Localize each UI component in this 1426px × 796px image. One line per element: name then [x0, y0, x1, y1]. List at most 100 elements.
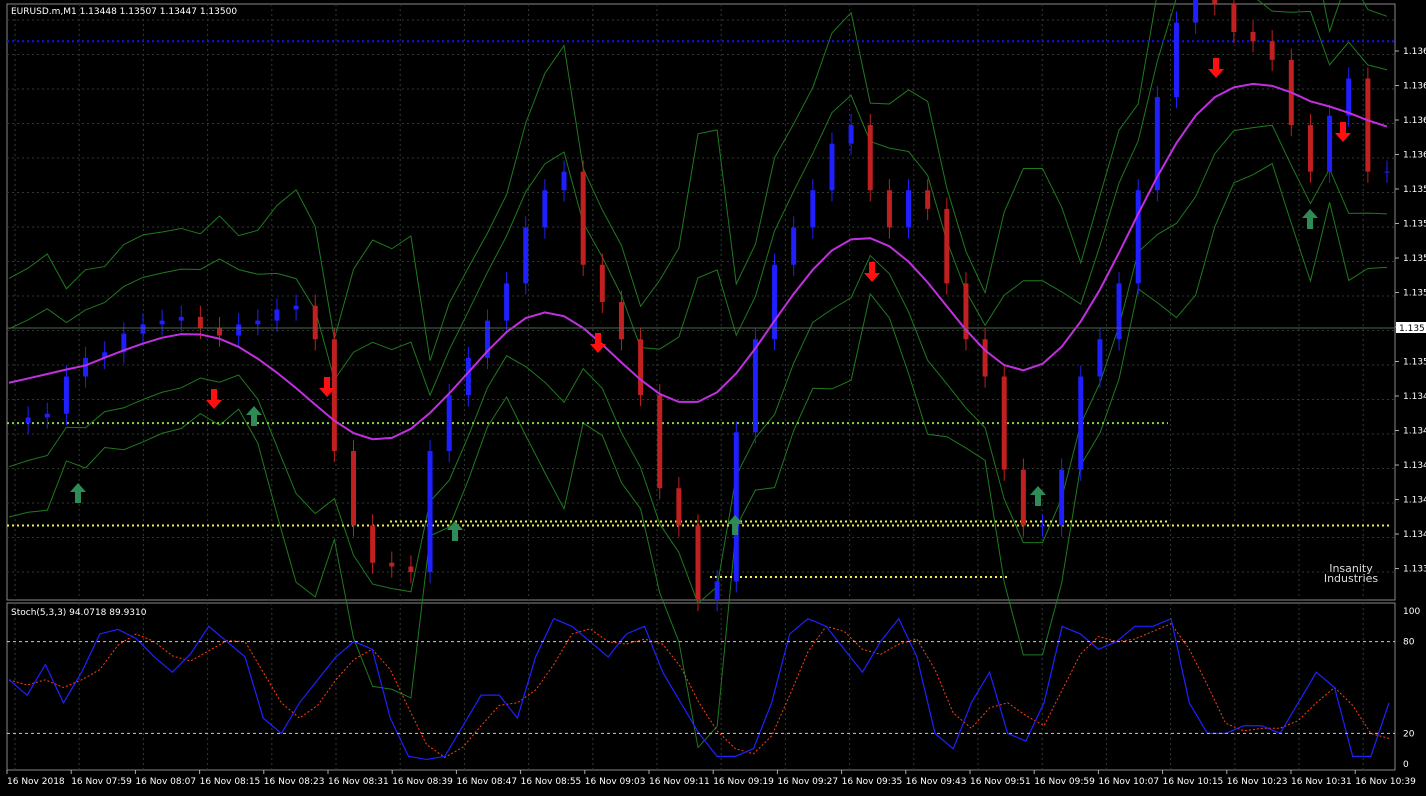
- time-label: 16 Nov 09:35: [842, 777, 903, 787]
- chart-window[interactable]: 1.136 1.136 1.136 1.136 1.135 1.135 1.135 1.135…: [0, 0, 1426, 792]
- candle-bull: [848, 125, 854, 144]
- price-tick-label: 1.136: [1403, 47, 1426, 57]
- candle-bull: [1040, 525, 1045, 527]
- stoch-tick-label: 0: [1403, 760, 1409, 770]
- price-axis: 1.136 1.136 1.136 1.136 1.135 1.135 1.135 1.135…: [7, 47, 1426, 575]
- candle-bear: [331, 339, 337, 451]
- candle-bear: [676, 488, 682, 526]
- candle-bull: [1346, 78, 1352, 116]
- price-tick-label: 1.135: [1403, 358, 1426, 368]
- candle-bull: [255, 320, 261, 325]
- time-label: 16 Nov 09:19: [713, 777, 774, 787]
- price-tick-label: 1.134: [1403, 392, 1426, 402]
- candle-bull: [293, 305, 299, 310]
- candle-bull: [25, 417, 31, 424]
- candle-bull: [829, 143, 835, 191]
- candle-bull: [810, 190, 816, 228]
- time-label: 16 Nov 09:11: [649, 777, 710, 787]
- time-label: 16 Nov 08:15: [200, 777, 261, 787]
- candle-bull: [733, 432, 739, 582]
- candle-bull: [1116, 283, 1122, 340]
- candle-bull: [752, 339, 758, 433]
- price-tick-label: 1.133: [1403, 565, 1426, 575]
- stoch-signal-line: [8, 623, 1390, 758]
- current-price-label: 1.135: [1399, 324, 1425, 334]
- buy-arrow-icon: [1302, 209, 1318, 229]
- time-label: 16 Nov 08:55: [521, 777, 582, 787]
- grid: [7, 4, 1395, 770]
- candle-bull: [44, 413, 50, 418]
- price-tick-label: 1.134: [1403, 461, 1426, 471]
- time-label: 16 Nov 07:59: [71, 777, 132, 787]
- candle-bull: [714, 581, 720, 600]
- candle-bear: [618, 302, 624, 340]
- time-label: 16 Nov 08:07: [135, 777, 196, 787]
- candle-bull: [1135, 190, 1141, 284]
- candle-bull: [83, 357, 89, 377]
- candle-bear: [599, 264, 605, 302]
- candle-bear: [312, 305, 318, 340]
- time-label: 16 Nov 10:39: [1355, 777, 1416, 787]
- main-plot-frame: [6, 3, 1396, 601]
- time-axis: 16 Nov 2018 16 Nov 07:59 16 Nov 08:07 16 No…: [6, 770, 1416, 787]
- watermark: Insanity Industries: [1324, 562, 1379, 585]
- candle-bull: [1327, 115, 1333, 172]
- time-label: 16 Nov 08:23: [264, 777, 325, 787]
- candle-bear: [351, 451, 356, 526]
- sell-arrow-icon: [1208, 58, 1224, 78]
- candle-bear: [1020, 469, 1026, 526]
- candle-bear: [217, 328, 223, 336]
- candle-bear: [1250, 31, 1256, 42]
- candle-bull: [140, 324, 146, 334]
- stoch-tick-label: 80: [1403, 638, 1415, 648]
- time-label: 16 Nov 09:43: [906, 777, 967, 787]
- candle-bear: [867, 125, 873, 191]
- time-label: 16 Nov 09:51: [970, 777, 1031, 787]
- price-tick-label: 1.136: [1403, 151, 1426, 161]
- candle-bear: [370, 525, 376, 563]
- time-label: 16 Nov 2018: [7, 777, 65, 787]
- candle-bull: [1097, 339, 1103, 377]
- time-label: 16 Nov 10:15: [1163, 777, 1224, 787]
- candle-bear: [389, 562, 395, 567]
- candle-bull: [63, 376, 69, 414]
- candle-bull: [906, 190, 912, 228]
- candle-bull: [1078, 376, 1084, 470]
- candle-bull: [504, 283, 510, 321]
- time-label: 16 Nov 08:31: [328, 777, 389, 787]
- candle-bull: [1384, 171, 1390, 173]
- time-label: 16 Nov 08:47: [456, 777, 517, 787]
- buy-arrow-icon: [70, 483, 86, 503]
- upper-band-inner: [8, 0, 1388, 397]
- time-label: 16 Nov 10:23: [1227, 777, 1288, 787]
- price-tick-label: 1.135: [1403, 185, 1426, 195]
- candle-bear: [925, 190, 931, 209]
- candle-bear: [657, 395, 663, 489]
- candle-bear: [944, 208, 950, 284]
- candle-bear: [638, 339, 644, 396]
- time-label: 16 Nov 08:39: [392, 777, 453, 787]
- candle-bear: [197, 316, 203, 329]
- candle-bear: [580, 171, 586, 265]
- stochastic-lines: [8, 617, 1390, 761]
- candle-bull: [178, 316, 184, 321]
- candle-bull: [523, 227, 529, 284]
- price-tick-label: 1.136: [1403, 116, 1426, 126]
- chart-canvas[interactable]: 1.136 1.136 1.136 1.136 1.135 1.135 1.135 1.135…: [0, 0, 1426, 792]
- candle-bull: [274, 309, 280, 321]
- price-tick-label: 1.136: [1403, 82, 1426, 92]
- price-tick-label: 1.134: [1403, 530, 1426, 540]
- time-label: 16 Nov 09:27: [777, 777, 838, 787]
- price-tick-label: 1.134: [1403, 427, 1426, 437]
- stoch-tick-label: 20: [1403, 729, 1415, 739]
- candle-bear: [1365, 78, 1371, 172]
- candle-bear: [1212, 0, 1218, 4]
- candle-bull: [561, 171, 567, 191]
- candle-bear: [695, 525, 701, 600]
- candle-bull: [1193, 0, 1199, 23]
- stoch-tick-label: 100: [1403, 607, 1420, 617]
- time-label: 16 Nov 10:31: [1291, 777, 1352, 787]
- candle-bull: [159, 320, 165, 325]
- candle-bull: [236, 324, 242, 336]
- buy-arrow-icon: [447, 521, 463, 541]
